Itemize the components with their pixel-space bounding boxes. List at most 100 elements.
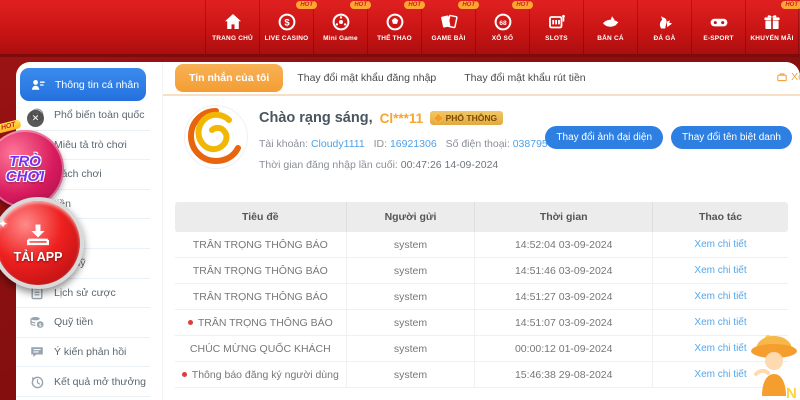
sidebar-item-feedback[interactable]: Ý kiến phản hồi [16, 338, 150, 368]
svg-text:68: 68 [499, 20, 507, 27]
column-header: Tiêu đề [175, 202, 347, 232]
download-icon [25, 223, 51, 247]
close-icon[interactable]: ✕ [27, 110, 44, 127]
coin-icon: $ [277, 12, 297, 32]
hot-badge: HOT [512, 1, 533, 9]
greeting-text: Chào rạng sáng, [259, 110, 373, 126]
tab-2[interactable]: Thay đổi mật khẩu rút tiền [450, 64, 599, 92]
svg-text:$: $ [39, 323, 42, 329]
briefcase-icon [776, 71, 788, 83]
change-nickname-button[interactable]: Thay đổi tên biệt danh [671, 126, 792, 149]
sparkle-icon: ✦ [0, 217, 8, 231]
table-row: Thông báo đăng ký người dùng system 15:4… [175, 362, 788, 388]
nav-item-casino[interactable]: HOT $ LIVE CASINO [259, 0, 313, 54]
messages-table-header: Tiêu đềNgười gửiThời gianThao tác [175, 202, 788, 232]
nav-item-minigame[interactable]: HOT Mini Game [313, 0, 367, 54]
nav-item-label: E-SPORT [703, 35, 733, 42]
game-promo-line2: CHƠI [6, 169, 44, 184]
sidebar-item-lottery-results[interactable]: Kết quả mở thưởng [16, 367, 150, 397]
nav-item-fishing[interactable]: HOT BẮN CÁ [583, 0, 637, 54]
message-sender: system [347, 336, 476, 361]
profile-buttons: Thay đổi ảnh đại diện Thay đổi tên biệt … [545, 126, 792, 149]
table-row: TRÂN TRỌNG THÔNG BÁO system 14:51:07 03-… [175, 310, 788, 336]
roulette-icon [331, 12, 351, 32]
slot-icon [547, 12, 567, 32]
coins-icon: $ [29, 314, 45, 330]
message-sender: system [347, 310, 476, 335]
level-badge: ◆ PHỔ THÔNG [430, 111, 503, 125]
view-detail-link[interactable]: Xem chi tiết [694, 291, 746, 302]
nav-item-slots[interactable]: HOT SLOTS [529, 0, 583, 54]
view-detail-link[interactable]: Xem chi tiết [694, 239, 746, 250]
nav-item-label: ĐÁ GÀ [654, 35, 676, 42]
sidebar-item-label: Quỹ tiền [54, 316, 93, 328]
nav-item-esport[interactable]: HOT E-SPORT [691, 0, 745, 54]
change-avatar-button[interactable]: Thay đổi ảnh đại diện [545, 126, 663, 149]
hot-badge: HOT [781, 1, 800, 9]
nav-item-lottery[interactable]: HOT 68 XỔ SỐ [475, 0, 529, 54]
nav-items: HOT TRANG CHỦ HOT $ LIVE CASINO HOT Mini… [205, 0, 799, 54]
id-value: 16921306 [390, 138, 437, 150]
tab-bar: Tin nhắn của tôiThay đổi mật khẩu đăng n… [163, 62, 800, 96]
nav-item-label: SLOTS [545, 35, 568, 42]
account-label: Tài khoản: [259, 138, 308, 150]
nav-item-label: LIVE CASINO [265, 35, 309, 42]
cards-icon [439, 12, 459, 32]
sidebar-item-label: Phổ biến toàn quốc [54, 109, 145, 121]
nav-item-home[interactable]: HOT TRANG CHỦ [205, 0, 259, 54]
sidebar-item-label: Kết quả mở thưởng [54, 376, 146, 388]
tab-1[interactable]: Thay đổi mật khẩu đăng nhập [283, 64, 450, 92]
message-time: 15:46:38 29-08-2024 [475, 362, 653, 387]
unread-dot [188, 320, 193, 325]
table-row: TRÂN TRỌNG THÔNG BÁO system 14:52:04 03-… [175, 232, 788, 258]
message-time: 00:00:12 01-09-2024 [475, 336, 653, 361]
phone-label: Số điện thoại: [446, 138, 510, 150]
nav-item-sports[interactable]: HOT THỂ THAO [367, 0, 421, 54]
sidebar-item-funds[interactable]: $ Quỹ tiền [16, 308, 150, 338]
hot-badge: HOT [404, 1, 425, 9]
view-detail-link[interactable]: Xem chi tiết [694, 265, 746, 276]
id-label: ID: [374, 138, 387, 150]
nav-item-label: BẮN CÁ [597, 35, 623, 42]
nav-item-label: XỔ SỐ [492, 35, 514, 42]
tab-0[interactable]: Tin nhắn của tôi [175, 64, 283, 92]
profile-section: Chào rạng sáng, Cl***11 ◆ PHỔ THÔNG Tài k… [163, 96, 800, 198]
level-badge-label: PHỔ THÔNG [446, 113, 497, 123]
avatar [185, 106, 247, 168]
clear-action-label: Xo [791, 71, 800, 83]
sidebar-item-profile[interactable]: Thông tin cá nhân [20, 68, 146, 101]
view-detail-link[interactable]: Xem chi tiết [694, 369, 746, 380]
view-detail-link[interactable]: Xem chi tiết [694, 317, 746, 328]
message-title: CHÚC MỪNG QUỐC KHÁCH [190, 343, 331, 355]
table-row: CHÚC MỪNG QUỐC KHÁCH system 00:00:12 01-… [175, 336, 788, 362]
sidebar-item-label: Lịch sử cược [54, 287, 116, 299]
top-nav: HOT TRANG CHỦ HOT $ LIVE CASINO HOT Mini… [0, 0, 800, 57]
message-sender: system [347, 284, 476, 309]
nav-item-label: TRANG CHỦ [212, 35, 253, 42]
unread-dot [182, 372, 187, 377]
clear-messages-action[interactable]: Xo [776, 71, 800, 83]
message-title: TRÂN TRỌNG THÔNG BÁO [193, 265, 328, 277]
game-promo-line1: TRÒ [9, 154, 41, 169]
message-sender: system [347, 362, 476, 387]
sidebar-item-label: Ý kiến phản hồi [54, 346, 126, 358]
fish-icon [601, 12, 621, 32]
column-header: Thời gian [475, 202, 653, 232]
rooster-icon [655, 12, 675, 32]
download-app-label: TẢI APP [14, 250, 63, 264]
svg-text:$: $ [284, 18, 290, 29]
message-time: 14:51:07 03-09-2024 [475, 310, 653, 335]
table-row: TRÂN TRỌNG THÔNG BÁO system 14:51:27 03-… [175, 284, 788, 310]
view-detail-link[interactable]: Xem chi tiết [694, 343, 746, 354]
profile-info: Chào rạng sáng, Cl***11 ◆ PHỔ THÔNG Tài k… [259, 110, 577, 171]
gamepad-icon [709, 12, 729, 32]
hot-badge: HOT [296, 1, 317, 9]
diamond-icon: ◆ [434, 113, 442, 124]
nav-item-cockfight[interactable]: HOT ĐÁ GÀ [637, 0, 691, 54]
message-time: 14:52:04 03-09-2024 [475, 232, 653, 257]
username: Cl***11 [380, 111, 424, 126]
nav-item-label: THỂ THAO [377, 35, 412, 42]
message-sender: system [347, 258, 476, 283]
nav-item-promo[interactable]: HOT KHUYẾN MÃI [745, 0, 799, 54]
nav-item-cards[interactable]: HOT GAME BÀI [421, 0, 475, 54]
